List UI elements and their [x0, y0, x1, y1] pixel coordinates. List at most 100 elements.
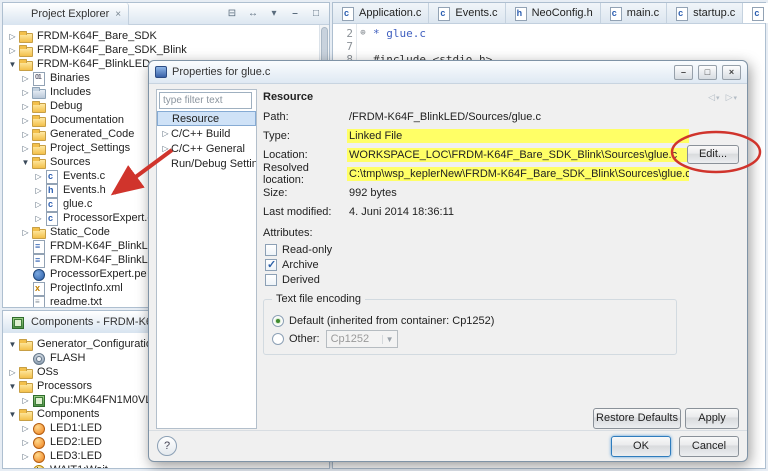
attributes-label: Attributes: [263, 227, 313, 239]
tree-item-label: Project_Settings [50, 142, 131, 154]
expand-icon[interactable] [20, 396, 31, 405]
h-file-icon [513, 7, 528, 21]
encoding-combo[interactable]: Cp1252 [325, 330, 398, 348]
cpu-icon [31, 394, 46, 407]
nav-item-resource[interactable]: Resource [157, 111, 256, 126]
checkbox-icon[interactable] [265, 273, 277, 286]
radio-default-encoding[interactable]: Default (inherited from container: Cp125… [272, 312, 668, 330]
tree-item-label: FRDM-K64F_Bare_SDK_Blink [37, 44, 187, 56]
minimize-icon[interactable] [288, 7, 302, 21]
ok-button[interactable]: OK [611, 435, 671, 457]
fold-collapsed-icon[interactable] [357, 27, 369, 40]
expand-icon[interactable] [33, 200, 44, 209]
tree-item-label: LED2:LED [50, 436, 102, 448]
expand-icon[interactable] [20, 88, 31, 97]
led-icon [31, 436, 46, 449]
tab-project-explorer[interactable]: Project Explorer [3, 2, 130, 25]
radio-selected-icon[interactable] [272, 315, 284, 327]
edit-button[interactable]: Edit... [687, 145, 739, 164]
tree-item-project[interactable]: FRDM-K64F_Bare_SDK [3, 29, 329, 43]
expand-icon[interactable] [160, 144, 171, 153]
checkbox-checked-icon[interactable] [265, 258, 277, 271]
h-file-icon [44, 184, 59, 198]
collapse-icon[interactable] [7, 340, 18, 349]
collapse-icon[interactable] [7, 60, 18, 69]
expand-icon[interactable] [20, 438, 31, 447]
led-icon [31, 450, 46, 463]
editor-tab-application-c[interactable]: Application.c [333, 3, 430, 23]
field-label: Last modified: [263, 205, 332, 218]
tree-item-project[interactable]: FRDM-K64F_Bare_SDK_Blink [3, 43, 329, 57]
tree-item-label: Sources [50, 156, 91, 168]
editor-tab-events-c[interactable]: Events.c [429, 3, 506, 23]
checkbox-read-only[interactable]: Read-only [263, 242, 737, 257]
filter-input[interactable] [159, 92, 252, 109]
page-title: Resource [263, 91, 314, 103]
expand-icon[interactable] [160, 129, 171, 138]
tree-item-label: Events.c [63, 170, 106, 182]
collapse-all-icon[interactable] [225, 7, 239, 21]
collapse-icon[interactable] [7, 410, 18, 419]
editor-tab-glue-c[interactable]: glue.c [743, 3, 768, 23]
nav-item-run-debug-settings[interactable]: Run/Debug Settings [157, 156, 256, 171]
apply-button[interactable]: Apply [685, 408, 739, 429]
dialog-titlebar[interactable]: Properties for glue.c [149, 61, 747, 84]
collapse-icon[interactable] [7, 382, 18, 391]
expand-icon[interactable] [20, 144, 31, 153]
maximize-icon[interactable] [309, 7, 323, 21]
minimize-icon[interactable] [674, 64, 693, 80]
restore-defaults-button[interactable]: Restore Defaults [593, 408, 681, 429]
folder-icon [31, 128, 46, 141]
tree-item-label: WAIT1:Wait [48, 464, 108, 468]
c-file-icon [436, 7, 451, 21]
expand-icon[interactable] [33, 214, 44, 223]
editor-tab-neoconfig-h[interactable]: NeoConfig.h [505, 3, 601, 23]
expand-icon[interactable] [20, 116, 31, 125]
expand-icon[interactable] [7, 46, 18, 55]
processor-expert-icon [31, 268, 46, 281]
tree-item-label: ProcessorExpert.c [63, 212, 153, 224]
expand-icon[interactable] [20, 452, 31, 461]
expand-icon[interactable] [20, 74, 31, 83]
project-icon [18, 30, 33, 43]
tree-item-wait1[interactable]: WAIT1:Wait [3, 463, 329, 468]
expand-icon[interactable] [7, 368, 18, 377]
radio-other-encoding[interactable]: Other: Cp1252 [272, 330, 668, 348]
expand-icon[interactable] [7, 32, 18, 41]
forward-icon[interactable] [726, 92, 737, 103]
cancel-button[interactable]: Cancel [679, 435, 739, 457]
checkbox-archive[interactable]: Archive [263, 257, 737, 272]
editor-tab-startup-c[interactable]: startup.c [667, 3, 744, 23]
dialog-title: Properties for glue.c [172, 66, 271, 78]
view-menu-icon[interactable] [267, 7, 281, 21]
close-icon[interactable] [113, 8, 121, 20]
includes-icon [31, 86, 46, 99]
checkbox-icon[interactable] [265, 243, 277, 256]
expand-icon[interactable] [20, 102, 31, 111]
expand-icon[interactable] [33, 186, 44, 195]
link-with-editor-icon[interactable] [246, 7, 260, 21]
field-path: Path: /FRDM-K64F_BlinkLED/Sources/glue.c [263, 107, 737, 126]
resource-header: Resource [263, 87, 737, 107]
tree-item-label: FLASH [50, 352, 86, 364]
editor-tab-main-c[interactable]: main.c [600, 3, 668, 23]
maximize-icon[interactable] [698, 64, 717, 80]
close-icon[interactable] [722, 64, 741, 80]
dialog-nav-pane: Resource C/C++ Build C/C++ General Run/D… [156, 89, 257, 429]
expand-icon[interactable] [20, 424, 31, 433]
checkbox-derived[interactable]: Derived [263, 272, 737, 287]
nav-item-cpp-build[interactable]: C/C++ Build [157, 126, 256, 141]
expand-icon[interactable] [20, 228, 31, 237]
back-icon[interactable] [708, 92, 719, 103]
combo-value: Cp1252 [330, 333, 370, 345]
expand-icon[interactable] [20, 130, 31, 139]
expand-icon[interactable] [20, 466, 31, 469]
help-button[interactable]: ? [157, 436, 177, 456]
eclipse-workbench: Project Explorer FRDM-K64F_Bare_SDK FRDM… [0, 0, 768, 471]
nav-item-label: C/C++ General [171, 142, 245, 155]
collapse-icon[interactable] [20, 158, 31, 167]
expand-icon[interactable] [33, 172, 44, 181]
radio-icon[interactable] [272, 333, 284, 345]
checkbox-label: Derived [282, 273, 320, 286]
nav-item-cpp-general[interactable]: C/C++ General [157, 141, 256, 156]
